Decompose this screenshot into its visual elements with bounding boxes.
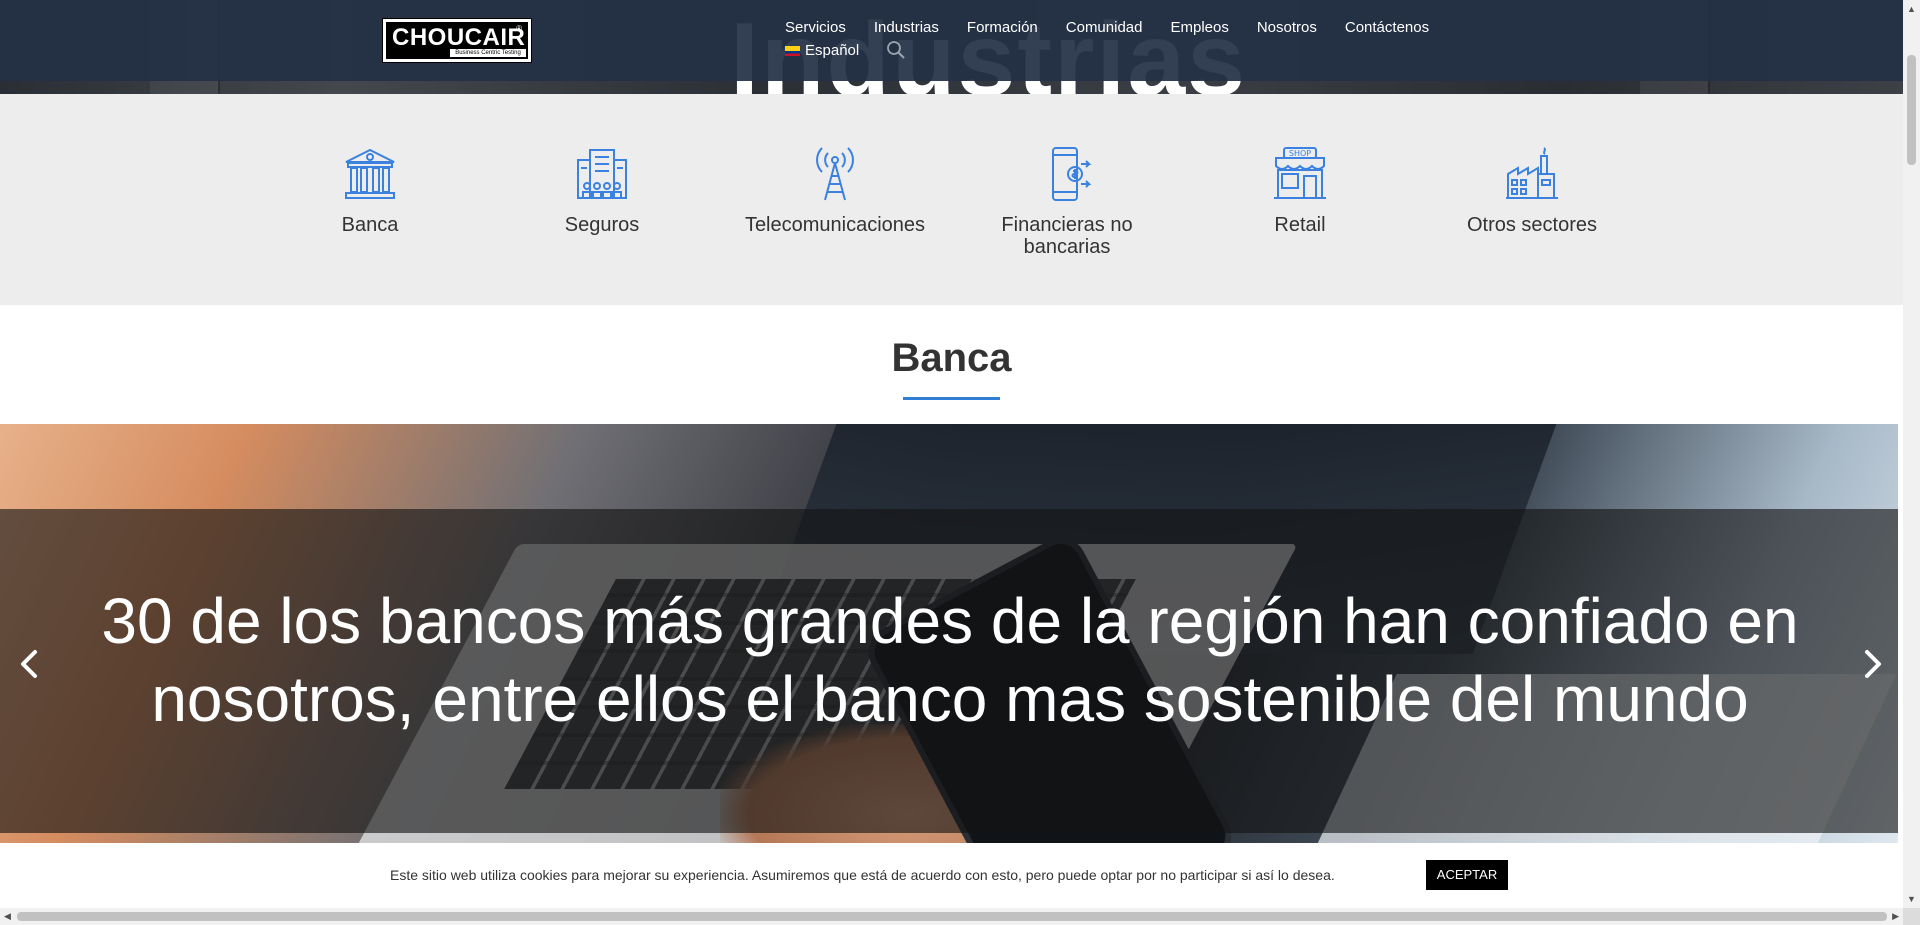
vertical-scroll-thumb[interactable]	[1907, 55, 1916, 165]
industry-label: Telecomunicaciones	[744, 214, 926, 236]
logo-inner: CHOUCAIR ® Business Centric Testing	[386, 22, 528, 59]
industry-label: Banca	[341, 214, 399, 236]
language-label: Español	[805, 42, 860, 59]
chevron-left-icon[interactable]	[15, 644, 45, 684]
cookie-message: Este sitio web utiliza cookies para mejo…	[390, 867, 1335, 883]
industry-retail[interactable]: SHOP Retail	[1195, 144, 1405, 236]
cookie-bar: Este sitio web utiliza cookies para mejo…	[0, 843, 1903, 908]
vertical-scrollbar[interactable]: ▲ ▼	[1903, 0, 1920, 908]
scroll-left-icon[interactable]: ◀	[4, 911, 11, 922]
scroll-up-icon[interactable]: ▲	[1907, 4, 1916, 14]
colombia-flag-icon	[785, 45, 800, 56]
industry-label: Retail	[1274, 214, 1326, 236]
section-title: Banca	[891, 336, 1012, 380]
logo-name: CHOUCAIR	[392, 24, 526, 51]
industry-banca[interactable]: Banca	[265, 144, 475, 236]
logo-tagline: Business Centric Testing	[450, 49, 526, 57]
language-selector[interactable]: Español	[785, 42, 859, 59]
nav-item-industrias[interactable]: Industrias	[874, 19, 939, 36]
mobile-payment-icon	[1052, 147, 1092, 201]
nav-item-empleos[interactable]: Empleos	[1170, 19, 1228, 36]
chevron-right-icon[interactable]	[1857, 644, 1887, 684]
industry-label: Otros sectores	[1466, 214, 1598, 236]
scroll-right-icon[interactable]: ▶	[1892, 911, 1899, 922]
title-underline	[903, 397, 1000, 400]
industry-label: Seguros	[564, 214, 640, 236]
svg-text:SHOP: SHOP	[1289, 149, 1311, 158]
industry-otros-sectores[interactable]: Otros sectores	[1427, 144, 1637, 236]
accept-cookies-button[interactable]: ACEPTAR	[1426, 860, 1508, 890]
horizontal-scroll-thumb[interactable]	[17, 912, 1887, 921]
industry-seguros[interactable]: Seguros	[497, 144, 707, 236]
nav-item-nosotros[interactable]: Nosotros	[1257, 19, 1317, 36]
search-icon[interactable]	[886, 40, 906, 60]
main-nav: Servicios Industrias Formación Comunidad…	[785, 19, 1429, 36]
nav-item-formacion[interactable]: Formación	[967, 19, 1038, 36]
logo-registered-mark: ®	[516, 24, 522, 33]
choucair-logo[interactable]: CHOUCAIR ® Business Centric Testing	[382, 18, 532, 63]
banca-banner: 30 de los bancos más grandes de la regió…	[0, 424, 1898, 843]
industry-label: Financieras no bancarias	[1001, 214, 1133, 258]
horizontal-scrollbar[interactable]: ◀ ▶	[0, 908, 1903, 925]
site-header: CHOUCAIR ® Business Centric Testing Serv…	[0, 0, 1903, 81]
industries-band: Banca Seguros Telecomunicaciones Financi…	[0, 94, 1903, 305]
bank-icon	[345, 148, 395, 199]
nav-item-contactenos[interactable]: Contáctenos	[1345, 19, 1429, 36]
industry-financieras[interactable]: Financieras no bancarias	[962, 144, 1172, 258]
banner-text: 30 de los bancos más grandes de la regió…	[101, 585, 1799, 735]
insurance-building-icon	[577, 149, 627, 199]
shop-icon: SHOP	[1274, 147, 1326, 199]
nav-item-comunidad[interactable]: Comunidad	[1066, 19, 1143, 36]
scrollbar-corner	[1903, 908, 1920, 925]
scroll-down-icon[interactable]: ▼	[1907, 894, 1916, 904]
nav-item-servicios[interactable]: Servicios	[785, 19, 846, 36]
antenna-tower-icon	[816, 147, 854, 201]
factory-icon	[1506, 147, 1558, 199]
industry-telecomunicaciones[interactable]: Telecomunicaciones	[730, 144, 940, 236]
